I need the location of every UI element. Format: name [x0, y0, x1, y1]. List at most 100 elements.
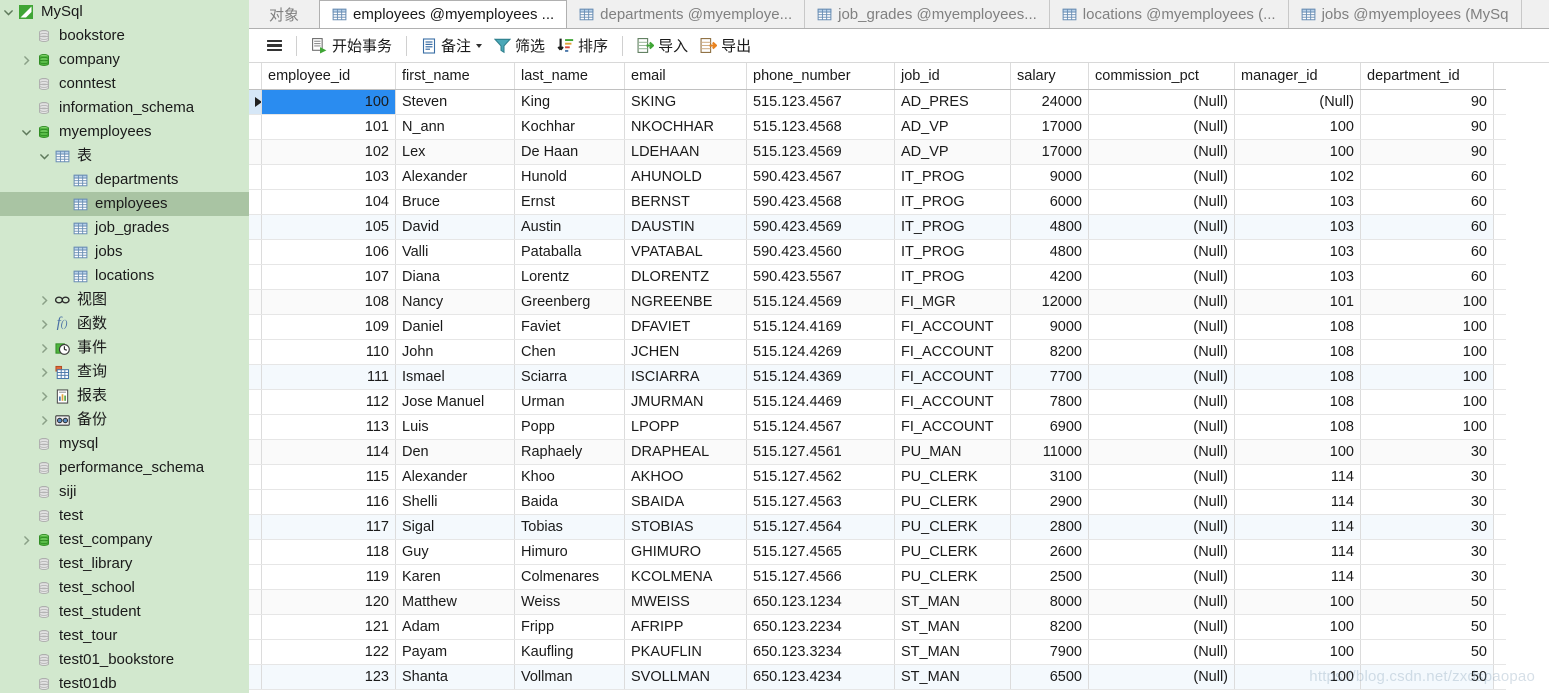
grid-cell-null[interactable]: (Null)	[1088, 214, 1235, 240]
grid-column-header-department_id[interactable]: department_id	[1360, 63, 1494, 90]
grid-cell-null[interactable]: (Null)	[1088, 414, 1235, 440]
grid-cell-null[interactable]: (Null)	[1088, 564, 1235, 590]
grid-row[interactable]: 121 Adam Fripp AFRIPP 650.123.2234 ST_MAN 8200…	[249, 614, 1506, 640]
grid-cell-phone_number[interactable]: 590.423.5567	[746, 264, 895, 290]
grid-cell-employee_id[interactable]: 109	[261, 314, 396, 340]
tree-item-performance_schema[interactable]: performance_schema	[0, 456, 249, 480]
grid-cell-first_name[interactable]: Ismael	[395, 364, 515, 390]
grid-cell-employee_id[interactable]: 123	[261, 664, 396, 690]
grid-row-indicator[interactable]	[249, 314, 262, 340]
grid-cell-employee_id[interactable]: 102	[261, 139, 396, 165]
grid-cell-last_name[interactable]: Sciarra	[514, 364, 625, 390]
toolbar-button-5[interactable]: 导出	[694, 33, 757, 59]
grid-row[interactable]: 115 Alexander Khoo AKHOO 515.127.4562 PU_CLER…	[249, 464, 1506, 490]
grid-cell-phone_number[interactable]: 515.127.4561	[746, 439, 895, 465]
grid-cell-department_id[interactable]: 100	[1360, 389, 1494, 415]
grid-cell-phone_number[interactable]: 515.124.4469	[746, 389, 895, 415]
grid-cell-job_id[interactable]: FI_ACCOUNT	[894, 314, 1011, 340]
toolbar-button-4[interactable]: 导入	[631, 33, 694, 59]
grid-column-header-salary[interactable]: salary	[1010, 63, 1089, 90]
grid-cell-null[interactable]: (Null)	[1088, 314, 1235, 340]
grid-row-indicator[interactable]	[249, 414, 262, 440]
grid-cell-manager_id[interactable]: 101	[1234, 289, 1361, 315]
grid-cell-salary[interactable]: 9000	[1010, 164, 1089, 190]
grid-row-indicator[interactable]	[249, 364, 262, 390]
grid-cell-null[interactable]: (Null)	[1088, 489, 1235, 515]
grid-cell-last_name[interactable]: Urman	[514, 389, 625, 415]
grid-cell-employee_id[interactable]: 106	[261, 239, 396, 265]
grid-cell-first_name[interactable]: Karen	[395, 564, 515, 590]
grid-cell-first_name[interactable]: Guy	[395, 539, 515, 565]
data-grid[interactable]: employee_id first_name last_name email phone…	[249, 63, 1506, 690]
tree-item-[interactable]: f() 函数	[0, 312, 249, 336]
tree-item-locations[interactable]: locations	[0, 264, 249, 288]
tree-item-test_tour[interactable]: test_tour	[0, 624, 249, 648]
grid-cell-employee_id[interactable]: 122	[261, 639, 396, 665]
grid-cell-first_name[interactable]: Daniel	[395, 314, 515, 340]
grid-cell-job_id[interactable]: PU_MAN	[894, 439, 1011, 465]
grid-cell-phone_number[interactable]: 515.127.4566	[746, 564, 895, 590]
chevron-right-icon[interactable]	[18, 54, 34, 67]
grid-cell-department_id[interactable]: 50	[1360, 639, 1494, 665]
grid-cell-salary[interactable]: 7800	[1010, 389, 1089, 415]
grid-cell-first_name[interactable]: Matthew	[395, 589, 515, 615]
grid-cell-job_id[interactable]: PU_CLERK	[894, 514, 1011, 540]
grid-row-indicator[interactable]	[249, 664, 262, 690]
grid-cell-email[interactable]: AKHOO	[624, 464, 747, 490]
tree-item-test_student[interactable]: test_student	[0, 600, 249, 624]
grid-cell-job_id[interactable]: AD_VP	[894, 139, 1011, 165]
grid-row[interactable]: 123 Shanta Vollman SVOLLMAN 650.123.4234 ST_M…	[249, 664, 1506, 690]
grid-cell-salary[interactable]: 7700	[1010, 364, 1089, 390]
grid-body[interactable]: 100 Steven King SKING 515.123.4567 AD_PRES 240…	[249, 89, 1506, 690]
grid-cell-employee_id[interactable]: 114	[261, 439, 396, 465]
chevron-right-icon[interactable]	[36, 294, 52, 307]
grid-cell-department_id[interactable]: 30	[1360, 539, 1494, 565]
toolbar-button-2[interactable]: 筛选	[488, 33, 551, 59]
grid-row-indicator[interactable]	[249, 439, 262, 465]
grid-cell-job_id[interactable]: ST_MAN	[894, 589, 1011, 615]
grid-column-header-phone_number[interactable]: phone_number	[746, 63, 895, 90]
grid-row-indicator[interactable]	[249, 614, 262, 640]
grid-cell-phone_number[interactable]: 515.123.4568	[746, 114, 895, 140]
grid-cell-phone_number[interactable]: 515.124.4269	[746, 339, 895, 365]
grid-cell-null[interactable]: (Null)	[1088, 364, 1235, 390]
grid-cell-salary[interactable]: 3100	[1010, 464, 1089, 490]
grid-row[interactable]: 114 Den Raphaely DRAPHEAL 515.127.4561 PU_MAN…	[249, 439, 1506, 465]
grid-cell-employee_id[interactable]: 112	[261, 389, 396, 415]
grid-cell-manager_id[interactable]: 114	[1234, 564, 1361, 590]
chevron-down-icon[interactable]	[18, 126, 34, 139]
grid-row[interactable]: 108 Nancy Greenberg NGREENBE 515.124.4569 FI_…	[249, 289, 1506, 315]
grid-cell-job_id[interactable]: FI_ACCOUNT	[894, 414, 1011, 440]
grid-cell-salary[interactable]: 24000	[1010, 89, 1089, 115]
grid-cell-email[interactable]: DLORENTZ	[624, 264, 747, 290]
grid-row[interactable]: 120 Matthew Weiss MWEISS 650.123.1234 ST_MAN 8…	[249, 589, 1506, 615]
grid-cell-null[interactable]: (Null)	[1088, 114, 1235, 140]
grid-cell-department_id[interactable]: 60	[1360, 239, 1494, 265]
grid-cell-last_name[interactable]: Austin	[514, 214, 625, 240]
grid-cell-null[interactable]: (Null)	[1088, 439, 1235, 465]
toolbar-menu-button[interactable]	[261, 33, 288, 59]
grid-row[interactable]: 102 Lex De Haan LDEHAAN 515.123.4569 AD_VP 170…	[249, 139, 1506, 165]
grid-cell-email[interactable]: SVOLLMAN	[624, 664, 747, 690]
grid-cell-manager_id[interactable]: 114	[1234, 464, 1361, 490]
tab-4[interactable]: locations @myemployees (...	[1049, 0, 1289, 28]
grid-cell-last_name[interactable]: Fripp	[514, 614, 625, 640]
grid-cell-salary[interactable]: 2900	[1010, 489, 1089, 515]
grid-row[interactable]: 100 Steven King SKING 515.123.4567 AD_PRES 240…	[249, 89, 1506, 115]
grid-cell-job_id[interactable]: IT_PROG	[894, 264, 1011, 290]
tree-item-information_schema[interactable]: information_schema	[0, 96, 249, 120]
grid-header-row[interactable]: employee_id first_name last_name email phone…	[249, 63, 1506, 90]
grid-cell-job_id[interactable]: ST_MAN	[894, 664, 1011, 690]
tree-item-[interactable]: 备份	[0, 408, 249, 432]
grid-row[interactable]: 105 David Austin DAUSTIN 590.423.4569 IT_PROG…	[249, 214, 1506, 240]
grid-cell-salary[interactable]: 4800	[1010, 214, 1089, 240]
grid-row-indicator[interactable]	[249, 89, 262, 115]
grid-row-indicator[interactable]	[249, 264, 262, 290]
grid-cell-phone_number[interactable]: 515.123.4569	[746, 139, 895, 165]
grid-cell-salary[interactable]: 8000	[1010, 589, 1089, 615]
grid-cell-salary[interactable]: 17000	[1010, 114, 1089, 140]
grid-cell-phone_number[interactable]: 515.124.4569	[746, 289, 895, 315]
grid-cell-department_id[interactable]: 60	[1360, 264, 1494, 290]
grid-cell-null[interactable]: (Null)	[1088, 639, 1235, 665]
grid-cell-job_id[interactable]: FI_ACCOUNT	[894, 339, 1011, 365]
